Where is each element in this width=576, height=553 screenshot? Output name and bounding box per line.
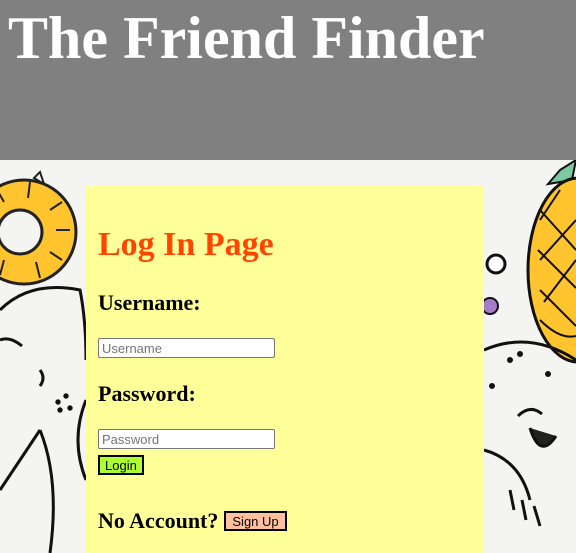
pineapple-ring-icon [0, 170, 78, 286]
signup-button[interactable]: Sign Up [224, 511, 287, 531]
signup-row: No Account? Sign Up [98, 508, 287, 534]
password-label: Password: [98, 381, 196, 406]
cartoon-bunny-icon [483, 340, 576, 527]
login-page-title: Log In Page [98, 226, 274, 263]
cartoon-animal-icon [0, 286, 88, 553]
site-header: The Friend Finder [0, 0, 576, 160]
site-title: The Friend Finder [8, 5, 485, 71]
no-account-label: No Account? [98, 508, 219, 533]
username-input[interactable] [98, 338, 275, 358]
username-label: Username: [98, 290, 201, 315]
login-button[interactable]: Login [98, 455, 144, 475]
pineapple-icon [526, 160, 576, 364]
login-panel: Log In Page Username: Password: Login No… [86, 186, 484, 553]
password-input[interactable] [98, 429, 275, 449]
